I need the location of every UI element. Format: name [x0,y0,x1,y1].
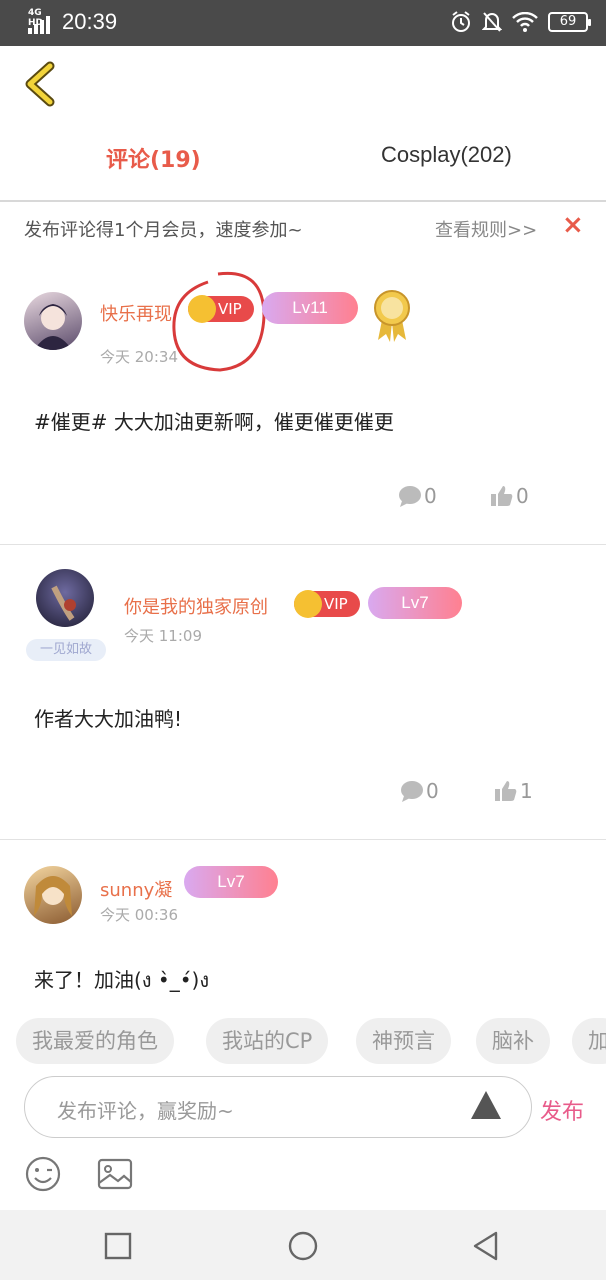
comment-bubble-icon [399,486,421,507]
comment-text: #催更# 大大加油更新啊，催更催更催更 [34,410,394,434]
comment-text: 作者大大加油鸭! [34,707,183,731]
status-bar: 4G HD 20:39 69 [0,0,606,46]
level-badge: Lv7 [368,587,462,619]
tag-chip[interactable]: 我站的CP [206,1018,329,1064]
red-circle-annotation [172,271,266,372]
system-nav-bar [0,1210,606,1280]
tab-comments[interactable]: 评论(19) [106,142,201,174]
comment-time: 今天 00:36 [100,906,178,924]
reply-count[interactable]: 0 [398,484,437,508]
comment-text: 来了！加油(ง •̀_•́)ง [34,968,210,992]
comment-item: 快乐再现 VIP Lv11 今天 20:34 #催更# 大大加油更新啊，催更催更… [0,252,606,544]
avatar[interactable] [24,292,82,350]
back-chevron-icon[interactable] [22,60,62,108]
publish-button[interactable]: 发布 [540,1094,584,1126]
bell-off-icon [482,12,502,32]
like-count[interactable]: 1 [494,779,533,803]
recent-apps-icon[interactable] [102,1230,134,1262]
wifi-icon [512,12,538,32]
comment-input-placeholder: 发布评论，赢奖励~ [57,1099,234,1123]
alarm-icon [452,11,470,32]
comment-time: 今天 20:34 [100,348,178,366]
avatar[interactable] [24,866,82,924]
back-icon[interactable] [470,1230,502,1262]
image-icon[interactable] [96,1155,134,1193]
comment-item: sunny凝 Lv7 今天 00:36 来了！加油(ง •̀_•́)ง [0,840,606,1006]
level-badge: Lv7 [184,866,278,898]
thumbs-up-icon [491,486,513,506]
vip-badge: VIP [294,590,360,618]
crown-icon [294,590,322,618]
level-badge: Lv11 [262,292,358,324]
comment-bubble-icon [401,781,423,802]
tab-bar: 评论(19) Cosplay(202) [0,130,606,184]
like-count[interactable]: 0 [490,484,529,508]
thumbs-up-icon [495,781,517,801]
close-icon[interactable]: × [562,210,584,240]
tag-chip[interactable]: 我最爱的角色 [16,1018,174,1064]
notice-text: 发布评论得1个月会员，速度参加~ [24,220,303,241]
promo-notice: 发布评论得1个月会员，速度参加~ 查看规则>> × [0,202,606,252]
tag-chip[interactable]: 加 [572,1018,606,1064]
username[interactable]: sunny凝 [100,876,172,902]
tag-chip[interactable]: 神预言 [356,1018,451,1064]
username[interactable]: 你是我的独家原创 [124,593,268,619]
send-icon[interactable] [471,1091,501,1119]
comment-input[interactable]: 发布评论，赢奖励~ [24,1076,532,1138]
quick-tags: 我最爱的角色 我站的CP 神预言 脑补 加 [0,1010,606,1072]
tab-cosplay[interactable]: Cosplay(202) [381,142,512,168]
avatar[interactable] [36,569,94,627]
emoji-icon[interactable] [24,1155,62,1193]
tag-chip[interactable]: 脑补 [476,1018,550,1064]
avatar-frame-badge: 一见如故 [26,639,106,661]
home-icon[interactable] [287,1230,319,1262]
comment-item: 一见如故 你是我的独家原创 VIP Lv7 今天 11:09 作者大大加油鸭! … [0,545,606,839]
reply-count[interactable]: 0 [400,779,439,803]
signal-icon: 4G HD [28,8,54,34]
medal-icon [374,290,410,342]
clock: 20:39 [62,9,118,34]
username[interactable]: 快乐再现 [100,300,172,326]
view-rules-link[interactable]: 查看规则>> [435,216,537,242]
comment-time: 今天 11:09 [124,627,202,645]
battery-icon: 69 [548,12,591,32]
